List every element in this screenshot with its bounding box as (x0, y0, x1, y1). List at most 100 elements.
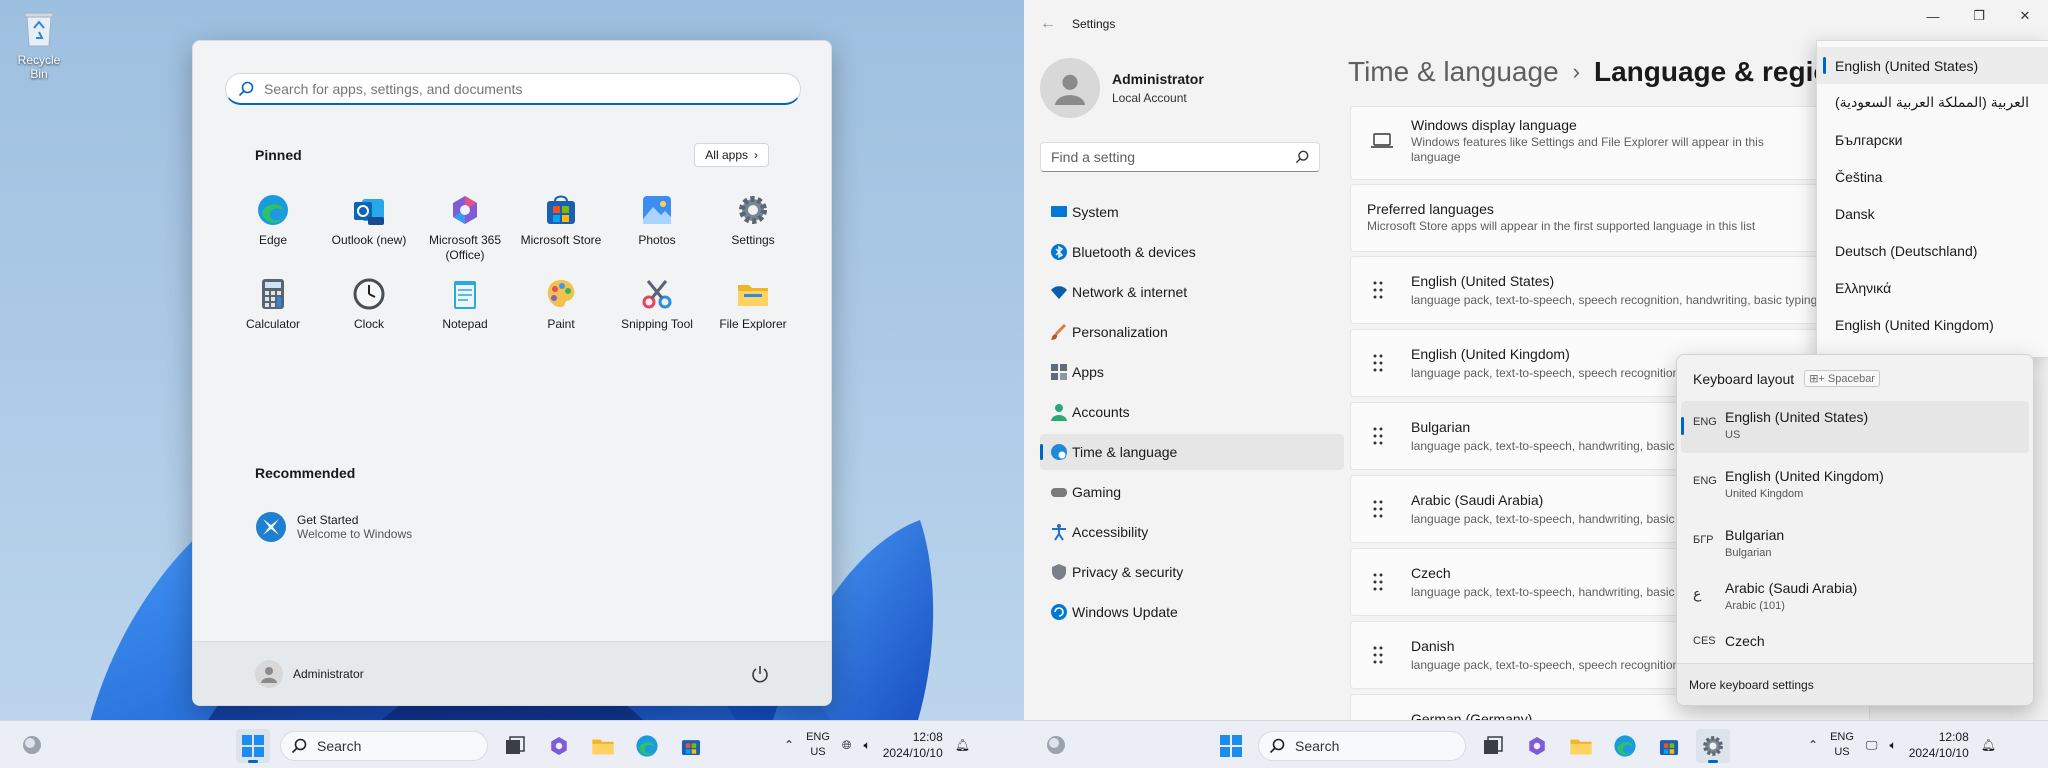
pinned-app-store[interactable]: Microsoft Store (513, 189, 609, 261)
nav-item-personalization[interactable]: Personalization (1040, 314, 1344, 350)
keyboard-layout-item[interactable]: ENG English (United Kingdom) United King… (1681, 460, 2029, 512)
start-search-input[interactable] (264, 80, 800, 97)
keyboard-layout-item[interactable]: ENG English (United States) US (1681, 401, 2029, 453)
start-button[interactable] (1214, 729, 1248, 763)
dropdown-option[interactable]: Ελληνικά (1817, 269, 2048, 306)
power-icon[interactable] (751, 665, 769, 683)
settings-search-input[interactable] (1051, 149, 1295, 165)
widgets-icon[interactable] (1044, 733, 1068, 757)
nav-item-gaming[interactable]: Gaming (1040, 474, 1344, 510)
volume-icon[interactable]: 🔈︎ (864, 738, 871, 753)
start-footer: Administrator (193, 641, 831, 705)
drag-handle-icon[interactable] (1373, 354, 1383, 372)
task-view-button[interactable] (1476, 729, 1510, 763)
breadcrumb-parent[interactable]: Time & language (1348, 56, 1559, 88)
dropdown-option[interactable]: Dansk (1817, 195, 2048, 232)
taskbar-office[interactable] (542, 729, 576, 763)
accessibility-icon (1052, 524, 1066, 541)
drag-handle-icon[interactable] (1373, 573, 1383, 591)
pinned-app-clock[interactable]: Clock (321, 273, 417, 345)
recycle-bin[interactable]: Recycle Bin (8, 8, 70, 81)
pinned-app-settings[interactable]: Settings (705, 189, 801, 261)
settings-search-box[interactable] (1040, 142, 1320, 172)
dropdown-option[interactable]: Čeština (1817, 158, 2048, 195)
language-name: Bulgarian (1411, 419, 1471, 435)
taskbar-settings[interactable] (1696, 729, 1730, 763)
close-button[interactable]: ✕ (2002, 0, 2048, 32)
notepad-icon (448, 277, 482, 311)
keyboard-layout-item[interactable]: БГР Bulgarian Bulgarian (1681, 519, 2029, 571)
pinned-app-photos[interactable]: Photos (609, 189, 705, 261)
language-features: language pack, text-to-speech, handwriti… (1411, 585, 1710, 599)
nav-item-network[interactable]: Network & internet (1040, 274, 1344, 310)
minimize-button[interactable]: — (1910, 0, 1956, 32)
keyboard-layout-item[interactable]: ع Arabic (Saudi Arabia) Arabic (101) (1681, 572, 2029, 624)
input-language-indicator[interactable]: ENG US (1830, 730, 1854, 760)
nav-item-accounts[interactable]: Accounts (1040, 394, 1344, 430)
widgets-icon[interactable] (20, 733, 44, 757)
taskbar-store[interactable] (674, 729, 708, 763)
chevron-right-icon: › (754, 148, 758, 162)
taskbar-store[interactable] (1652, 729, 1686, 763)
clock[interactable]: 12:08 2024/10/10 (1909, 729, 1969, 761)
dropdown-option[interactable]: العربية (المملكة العربية السعودية) (1817, 84, 2048, 121)
network-icon[interactable]: 🖵︎ (1866, 738, 1878, 753)
taskbar-search[interactable]: Search (280, 731, 488, 761)
taskbar-edge[interactable] (630, 729, 664, 763)
volume-icon[interactable]: 🔈︎ (1889, 738, 1896, 753)
nav-item-privacy[interactable]: Privacy & security (1040, 554, 1344, 590)
drag-handle-icon[interactable] (1373, 500, 1383, 518)
clock[interactable]: 12:08 2024/10/10 (883, 729, 943, 761)
drag-handle-icon[interactable] (1373, 281, 1383, 299)
layout-name: Arabic (Saudi Arabia) (1725, 580, 1858, 596)
pinned-app-file-explorer[interactable]: File Explorer (705, 273, 801, 345)
pinned-app-snipping-tool[interactable]: Snipping Tool (609, 273, 705, 345)
nav-item-apps[interactable]: Apps (1040, 354, 1344, 390)
chevron-up-icon[interactable]: ⌃ (784, 738, 794, 752)
nav-item-bluetooth[interactable]: Bluetooth & devices (1040, 234, 1344, 270)
network-icon[interactable]: 🌐︎ (842, 738, 852, 753)
update-icon (1051, 604, 1067, 620)
pinned-app-label: File Explorer (719, 317, 787, 331)
pinned-app-calculator[interactable]: Calculator (225, 273, 321, 345)
drag-handle-icon[interactable] (1373, 646, 1383, 664)
taskbar-edge[interactable] (1608, 729, 1642, 763)
drag-handle-icon[interactable] (1373, 427, 1383, 445)
more-keyboard-settings-link[interactable]: More keyboard settings (1677, 663, 2033, 705)
dropdown-option[interactable]: English (United Kingdom) (1817, 306, 2048, 343)
start-search-box[interactable] (225, 73, 801, 105)
pinned-app-outlook[interactable]: Outlook (new) (321, 189, 417, 261)
notification-bell-icon[interactable]: 🔔︎ (1981, 738, 1996, 752)
start-user-name: Administrator (293, 666, 364, 681)
keyboard-layout-item[interactable]: CES Czech (1681, 625, 2029, 661)
all-apps-button[interactable]: All apps › (694, 143, 769, 167)
pinned-app-edge[interactable]: Edge (225, 189, 321, 261)
pinned-app-notepad[interactable]: Notepad (417, 273, 513, 345)
taskbar-search[interactable]: Search (1258, 731, 1466, 761)
dropdown-option[interactable]: English (United States) (1817, 47, 2048, 84)
nav-item-time-language[interactable]: Time & language (1040, 434, 1344, 470)
language-row-english-us[interactable]: English (United States) language pack, t… (1350, 256, 1870, 324)
maximize-button[interactable]: ❐ (1956, 0, 2002, 32)
start-button[interactable] (236, 729, 270, 763)
nav-item-windows-update[interactable]: Windows Update (1040, 594, 1344, 630)
task-view-button[interactable] (498, 729, 532, 763)
taskbar-file-explorer[interactable] (1564, 729, 1598, 763)
taskbar-file-explorer[interactable] (586, 729, 620, 763)
dropdown-option[interactable]: Български (1817, 121, 2048, 158)
nav-item-system[interactable]: System (1040, 194, 1344, 230)
profile[interactable]: Administrator Local Account (1040, 58, 1204, 118)
back-arrow-icon[interactable]: ← (1024, 15, 1072, 33)
recommended-get-started[interactable]: Get Started Welcome to Windows (255, 511, 412, 543)
notification-bell-icon[interactable]: 🔔︎ (955, 738, 970, 752)
dropdown-option[interactable]: Deutsch (Deutschland) (1817, 232, 2048, 269)
input-language-indicator[interactable]: ENG US (806, 730, 830, 760)
pinned-app-paint[interactable]: Paint (513, 273, 609, 345)
display-language-card[interactable]: Windows display language Windows feature… (1350, 106, 1870, 180)
nav-item-accessibility[interactable]: Accessibility (1040, 514, 1344, 550)
chevron-up-icon[interactable]: ⌃ (1808, 738, 1818, 752)
start-user-button[interactable]: Administrator (255, 659, 364, 688)
lang-code: ENG (806, 731, 830, 743)
pinned-app-office[interactable]: Microsoft 365 (Office) (417, 189, 513, 262)
taskbar-office[interactable] (1520, 729, 1554, 763)
